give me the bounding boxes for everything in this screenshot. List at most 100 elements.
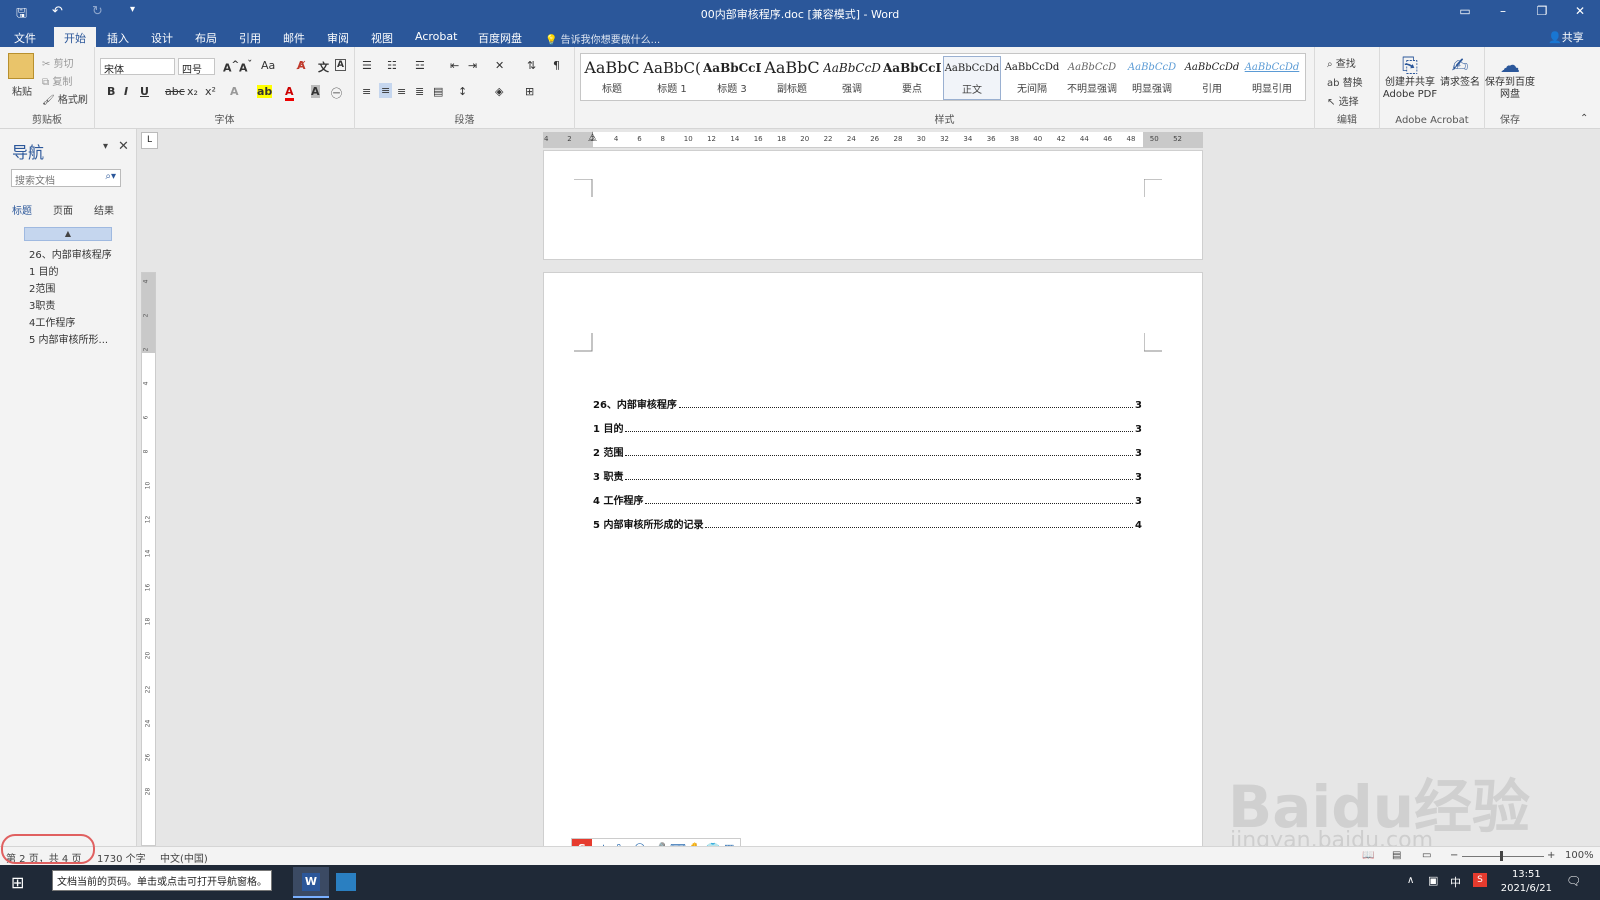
shrink-font-icon[interactable]: Aˇ xyxy=(239,59,252,75)
save-to-netdisk-button[interactable]: ☁ 保存到百度网盘 xyxy=(1485,53,1535,101)
justify-icon[interactable]: ≣ xyxy=(415,85,424,98)
toc-entry[interactable]: 5 内部审核所形成的记录 4 xyxy=(593,516,1142,531)
toc-entry[interactable]: 4 工作程序 3 xyxy=(593,492,1142,507)
sogou-tray-icon[interactable]: S xyxy=(1473,873,1487,887)
nav-tab-pages[interactable]: 页面 xyxy=(53,202,73,217)
collapse-ribbon-icon[interactable]: ⌃ xyxy=(1580,113,1588,124)
toc-entry[interactable]: 1 目的 3 xyxy=(593,420,1142,435)
character-shading-icon[interactable]: A xyxy=(311,85,320,98)
subscript-button[interactable]: x₂ xyxy=(187,85,198,98)
change-case-icon[interactable]: Aa xyxy=(261,59,275,72)
horizontal-ruler[interactable]: ⏅ 4 2 2 4 6 8 10 12 14 16 18 20 22 24 26 28 30 32 34 36 38 40… xyxy=(543,132,1203,148)
close-icon[interactable]: ✕ xyxy=(118,139,129,154)
clock[interactable]: 13:51 2021/6/21 xyxy=(1501,868,1552,896)
distributed-icon[interactable]: ▤ xyxy=(433,85,443,98)
grow-font-icon[interactable]: A^ xyxy=(223,59,239,75)
paste-button[interactable]: 粘贴 xyxy=(12,83,32,98)
nav-options-icon[interactable]: ▾ xyxy=(103,141,108,152)
toc-entry[interactable]: 26、内部审核程序 3 xyxy=(593,396,1142,411)
word-count[interactable]: 1730 个字 xyxy=(97,850,146,865)
tab-design[interactable]: 设计 xyxy=(151,30,173,46)
nav-heading-item[interactable]: 5 内部审核所形... xyxy=(29,331,108,346)
italic-button[interactable]: I xyxy=(124,85,128,98)
multilevel-list-icon[interactable]: ☲ xyxy=(415,59,425,72)
tab-selector[interactable]: L xyxy=(141,132,158,149)
pinyin-guide-icon[interactable]: 文 xyxy=(318,59,329,75)
language-indicator[interactable]: 中文(中国) xyxy=(160,850,208,865)
font-name-select[interactable]: 宋体 xyxy=(100,58,175,76)
tab-mailings[interactable]: 邮件 xyxy=(283,30,305,46)
tray-chevron-icon[interactable]: ∧ xyxy=(1407,875,1414,886)
paste-icon[interactable] xyxy=(8,53,34,79)
nav-tab-headings[interactable]: 标题 xyxy=(12,202,32,217)
style-normal[interactable]: AaBbCcDd 正文 xyxy=(943,56,1001,100)
zoom-slider-thumb[interactable] xyxy=(1500,851,1503,861)
tab-references[interactable]: 引用 xyxy=(239,30,261,46)
strikethrough-button[interactable]: abc xyxy=(165,85,185,98)
text-effects-icon[interactable]: A xyxy=(230,85,239,98)
web-layout-icon[interactable]: ▭ xyxy=(1422,850,1431,861)
numbering-icon[interactable]: ☷ xyxy=(387,59,397,72)
vertical-ruler[interactable]: 4 2 2 4 6 8 10 12 14 16 18 20 22 24 26 28 xyxy=(141,272,156,846)
style-heading-1[interactable]: AaBbC(标题 1 xyxy=(643,56,701,100)
nav-tab-results[interactable]: 结果 xyxy=(94,202,114,217)
style-intense-emphasis[interactable]: AaBbCcD 明显强调 xyxy=(1123,56,1181,100)
tab-home[interactable]: 开始 xyxy=(54,27,96,47)
nav-top-heading-selected[interactable]: ▲ xyxy=(24,227,112,241)
read-mode-icon[interactable]: 📖 xyxy=(1362,850,1374,861)
highlight-icon[interactable]: ab xyxy=(257,85,273,98)
select-button[interactable]: ↖ 选择 xyxy=(1327,93,1359,108)
tab-layout[interactable]: 布局 xyxy=(195,30,217,46)
nav-heading-item[interactable]: 26、内部审核程序 xyxy=(29,246,112,261)
create-share-pdf-button[interactable]: ⎘ 创建并共享 Adobe PDF xyxy=(1382,53,1438,101)
character-border-icon[interactable]: A xyxy=(335,59,346,71)
borders-icon[interactable]: ⊞ xyxy=(525,85,534,98)
font-size-select[interactable]: 四号 xyxy=(178,58,215,76)
photos-taskbar-icon[interactable] xyxy=(336,873,356,891)
format-painter-button[interactable]: 🖌 格式刷 xyxy=(42,91,88,106)
align-right-icon[interactable]: ≡ xyxy=(397,85,406,98)
style-emphasis[interactable]: AaBbCcD 强调 xyxy=(823,56,881,100)
ribbon-display-options-icon[interactable]: ▭ xyxy=(1450,4,1480,18)
decrease-indent-icon[interactable]: ⇤ xyxy=(450,59,459,72)
nav-heading-item[interactable]: 3职责 xyxy=(29,297,55,312)
search-input[interactable]: 搜索文档 ⌕▾ xyxy=(11,169,121,187)
bullets-icon[interactable]: ☰ xyxy=(362,59,372,72)
tell-me-search[interactable]: 💡 告诉我你想要做什么... xyxy=(545,31,660,46)
tab-view[interactable]: 视图 xyxy=(371,30,393,46)
style-quote[interactable]: AaBbCcDd 引用 xyxy=(1183,56,1241,100)
clear-formatting-icon[interactable]: A̸ xyxy=(297,59,306,72)
windows-start-icon[interactable]: ⊞ xyxy=(11,873,24,892)
nav-heading-item[interactable]: 4工作程序 xyxy=(29,314,75,329)
font-color-icon[interactable]: A xyxy=(285,85,294,101)
tab-acrobat[interactable]: Acrobat xyxy=(415,30,457,43)
ime-language-indicator[interactable]: 中 xyxy=(1450,874,1461,890)
close-button[interactable]: ✕ xyxy=(1565,4,1595,18)
notification-icon[interactable]: 🗨 xyxy=(1566,874,1581,888)
page-2[interactable] xyxy=(543,272,1203,852)
style-strong[interactable]: AaBbCcD 要点 xyxy=(883,56,941,100)
increase-indent-icon[interactable]: ⇥ xyxy=(468,59,477,72)
nav-heading-item[interactable]: 1 目的 xyxy=(29,263,59,278)
network-icon[interactable]: ▣ xyxy=(1428,874,1438,887)
share-button[interactable]: 👤共享 xyxy=(1548,29,1584,45)
style-no-spacing[interactable]: AaBbCcDd 无间隔 xyxy=(1003,56,1061,100)
find-button[interactable]: ⌕ 查找 xyxy=(1327,55,1356,70)
copy-button[interactable]: ⧉ 复制 xyxy=(42,73,72,88)
tab-file[interactable]: 文件 xyxy=(14,30,36,46)
style-heading-3[interactable]: AaBbCcD(标题 3 xyxy=(703,56,761,100)
zoom-level[interactable]: 100% xyxy=(1565,850,1594,861)
word-taskbar-icon[interactable]: W xyxy=(293,867,329,898)
tab-insert[interactable]: 插入 xyxy=(107,30,129,46)
tab-review[interactable]: 审阅 xyxy=(327,30,349,46)
chinese-layout-icon[interactable]: ✕ xyxy=(495,59,504,72)
style-intense-quote[interactable]: AaBbCcDd 明显引用 xyxy=(1243,56,1301,100)
tab-baidu-netdisk[interactable]: 百度网盘 xyxy=(478,30,522,46)
toc-entry[interactable]: 2 范围 3 xyxy=(593,444,1142,459)
restore-button[interactable]: ❐ xyxy=(1527,4,1557,18)
underline-button[interactable]: U xyxy=(140,85,149,98)
zoom-slider[interactable] xyxy=(1462,856,1544,857)
align-left-icon[interactable]: ≡ xyxy=(362,85,371,98)
print-layout-icon[interactable]: ▤ xyxy=(1392,850,1401,861)
center-icon[interactable]: ≡ xyxy=(379,83,393,98)
